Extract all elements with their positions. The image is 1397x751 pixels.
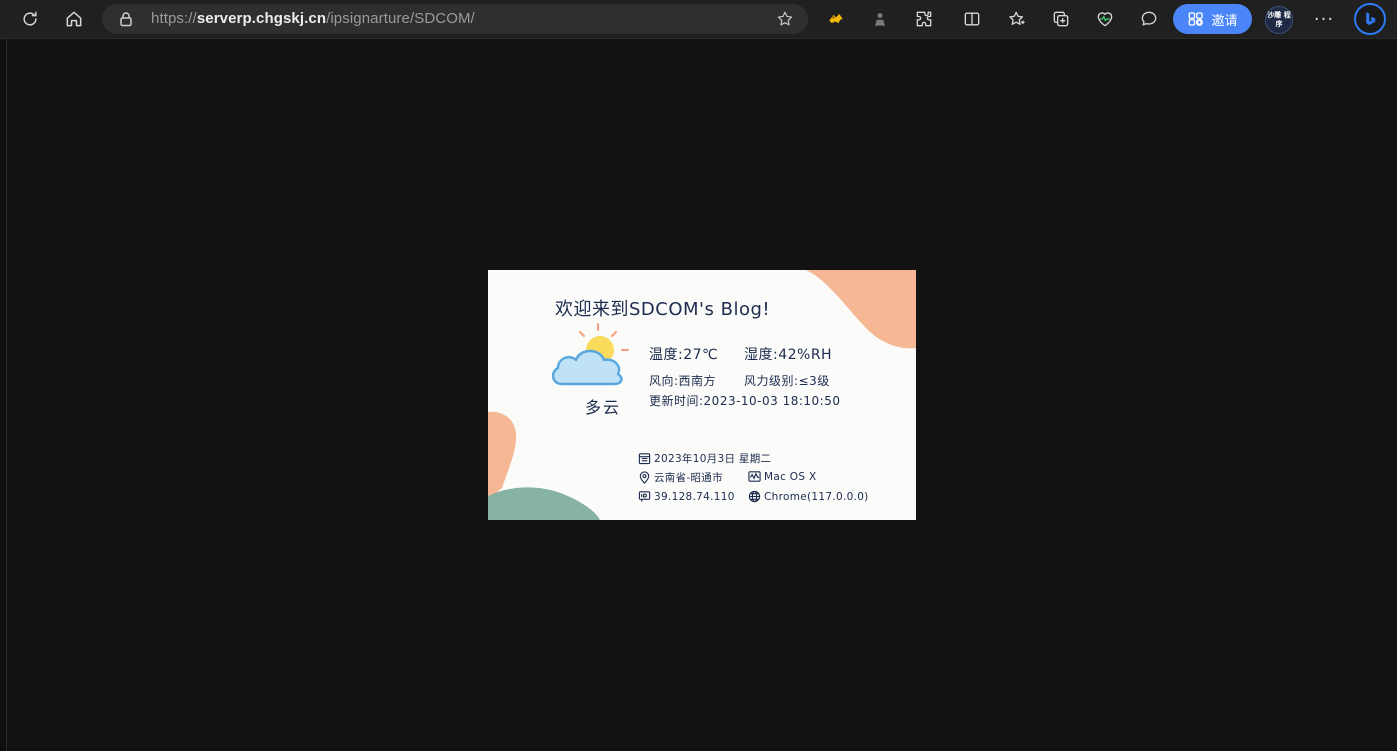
weather-condition: 多云 xyxy=(585,398,622,417)
heartbeat-icon[interactable] xyxy=(1090,4,1120,34)
os-row: Mac OS X xyxy=(748,470,816,483)
date-row: 2023年10月3日 星期二 xyxy=(638,451,771,466)
location-pin-icon xyxy=(639,471,650,484)
welcome-title: 欢迎来到SDCOM's Blog! xyxy=(555,299,771,320)
location-row: 云南省-昭通市 xyxy=(638,470,723,485)
humidity: 湿度:42%RH xyxy=(744,347,833,363)
avatar[interactable]: 沙雕 程序 xyxy=(1265,6,1293,34)
url-host: serverp.chgskj.cn xyxy=(196,10,327,27)
url-path: /ipsignarture/SDCOM/ xyxy=(326,10,475,27)
wind-level: 风力级别:≤3级 xyxy=(744,374,830,388)
chat-icon[interactable] xyxy=(1134,4,1164,34)
update-time: 更新时间:2023-10-03 18:10:50 xyxy=(649,394,841,408)
ip-row: 39.128.74.110 xyxy=(638,490,735,503)
temperature: 温度:27℃ xyxy=(649,347,719,363)
peach-blob-top xyxy=(806,270,916,349)
puzzle-icon[interactable] xyxy=(909,4,939,34)
monitor-icon xyxy=(748,471,761,482)
favorites-icon[interactable] xyxy=(1002,4,1032,34)
star-icon[interactable] xyxy=(776,10,794,28)
lock-icon[interactable] xyxy=(118,11,134,27)
wind-direction: 风向:西南方 xyxy=(649,374,717,388)
more-icon[interactable]: ··· xyxy=(1309,4,1339,34)
green-blob-bottom xyxy=(488,487,600,520)
home-icon[interactable] xyxy=(59,4,89,34)
browser-toolbar: https://serverp.chgskj.cn/ipsignarture/S… xyxy=(0,0,1397,39)
copilot-icon[interactable] xyxy=(1354,3,1386,35)
ip-text: 39.128.74.110 xyxy=(654,490,735,503)
address-bar[interactable]: https://serverp.chgskj.cn/ipsignarture/S… xyxy=(102,4,808,34)
partly-cloudy-icon xyxy=(551,323,629,386)
url-text[interactable]: https://serverp.chgskj.cn/ipsignarture/S… xyxy=(151,10,475,27)
os-text: Mac OS X xyxy=(764,470,817,483)
refresh-icon[interactable] xyxy=(15,4,45,34)
calendar-icon xyxy=(638,453,651,465)
split-screen-icon[interactable] xyxy=(957,4,987,34)
invite-label: 邀请 xyxy=(1211,13,1238,29)
globe-icon xyxy=(748,490,761,503)
ip-icon xyxy=(638,491,651,502)
url-scheme: https:// xyxy=(151,10,197,27)
collections-icon[interactable] xyxy=(1046,4,1076,34)
date-text: 2023年10月3日 星期二 xyxy=(654,453,772,465)
browser-text: Chrome(117.0.0.0) xyxy=(764,490,869,503)
ip-signature-card: 欢迎来到SDCOM's Blog! 多云 温度:27℃ 湿度:42%RH 风向:… xyxy=(488,270,916,520)
extension-icon[interactable] xyxy=(821,4,851,34)
invite-button[interactable]: 邀请 xyxy=(1173,4,1252,34)
location-text: 云南省-昭通市 xyxy=(654,472,723,484)
browser-row: Chrome(117.0.0.0) xyxy=(748,490,869,503)
extension-icon[interactable] xyxy=(865,4,895,34)
